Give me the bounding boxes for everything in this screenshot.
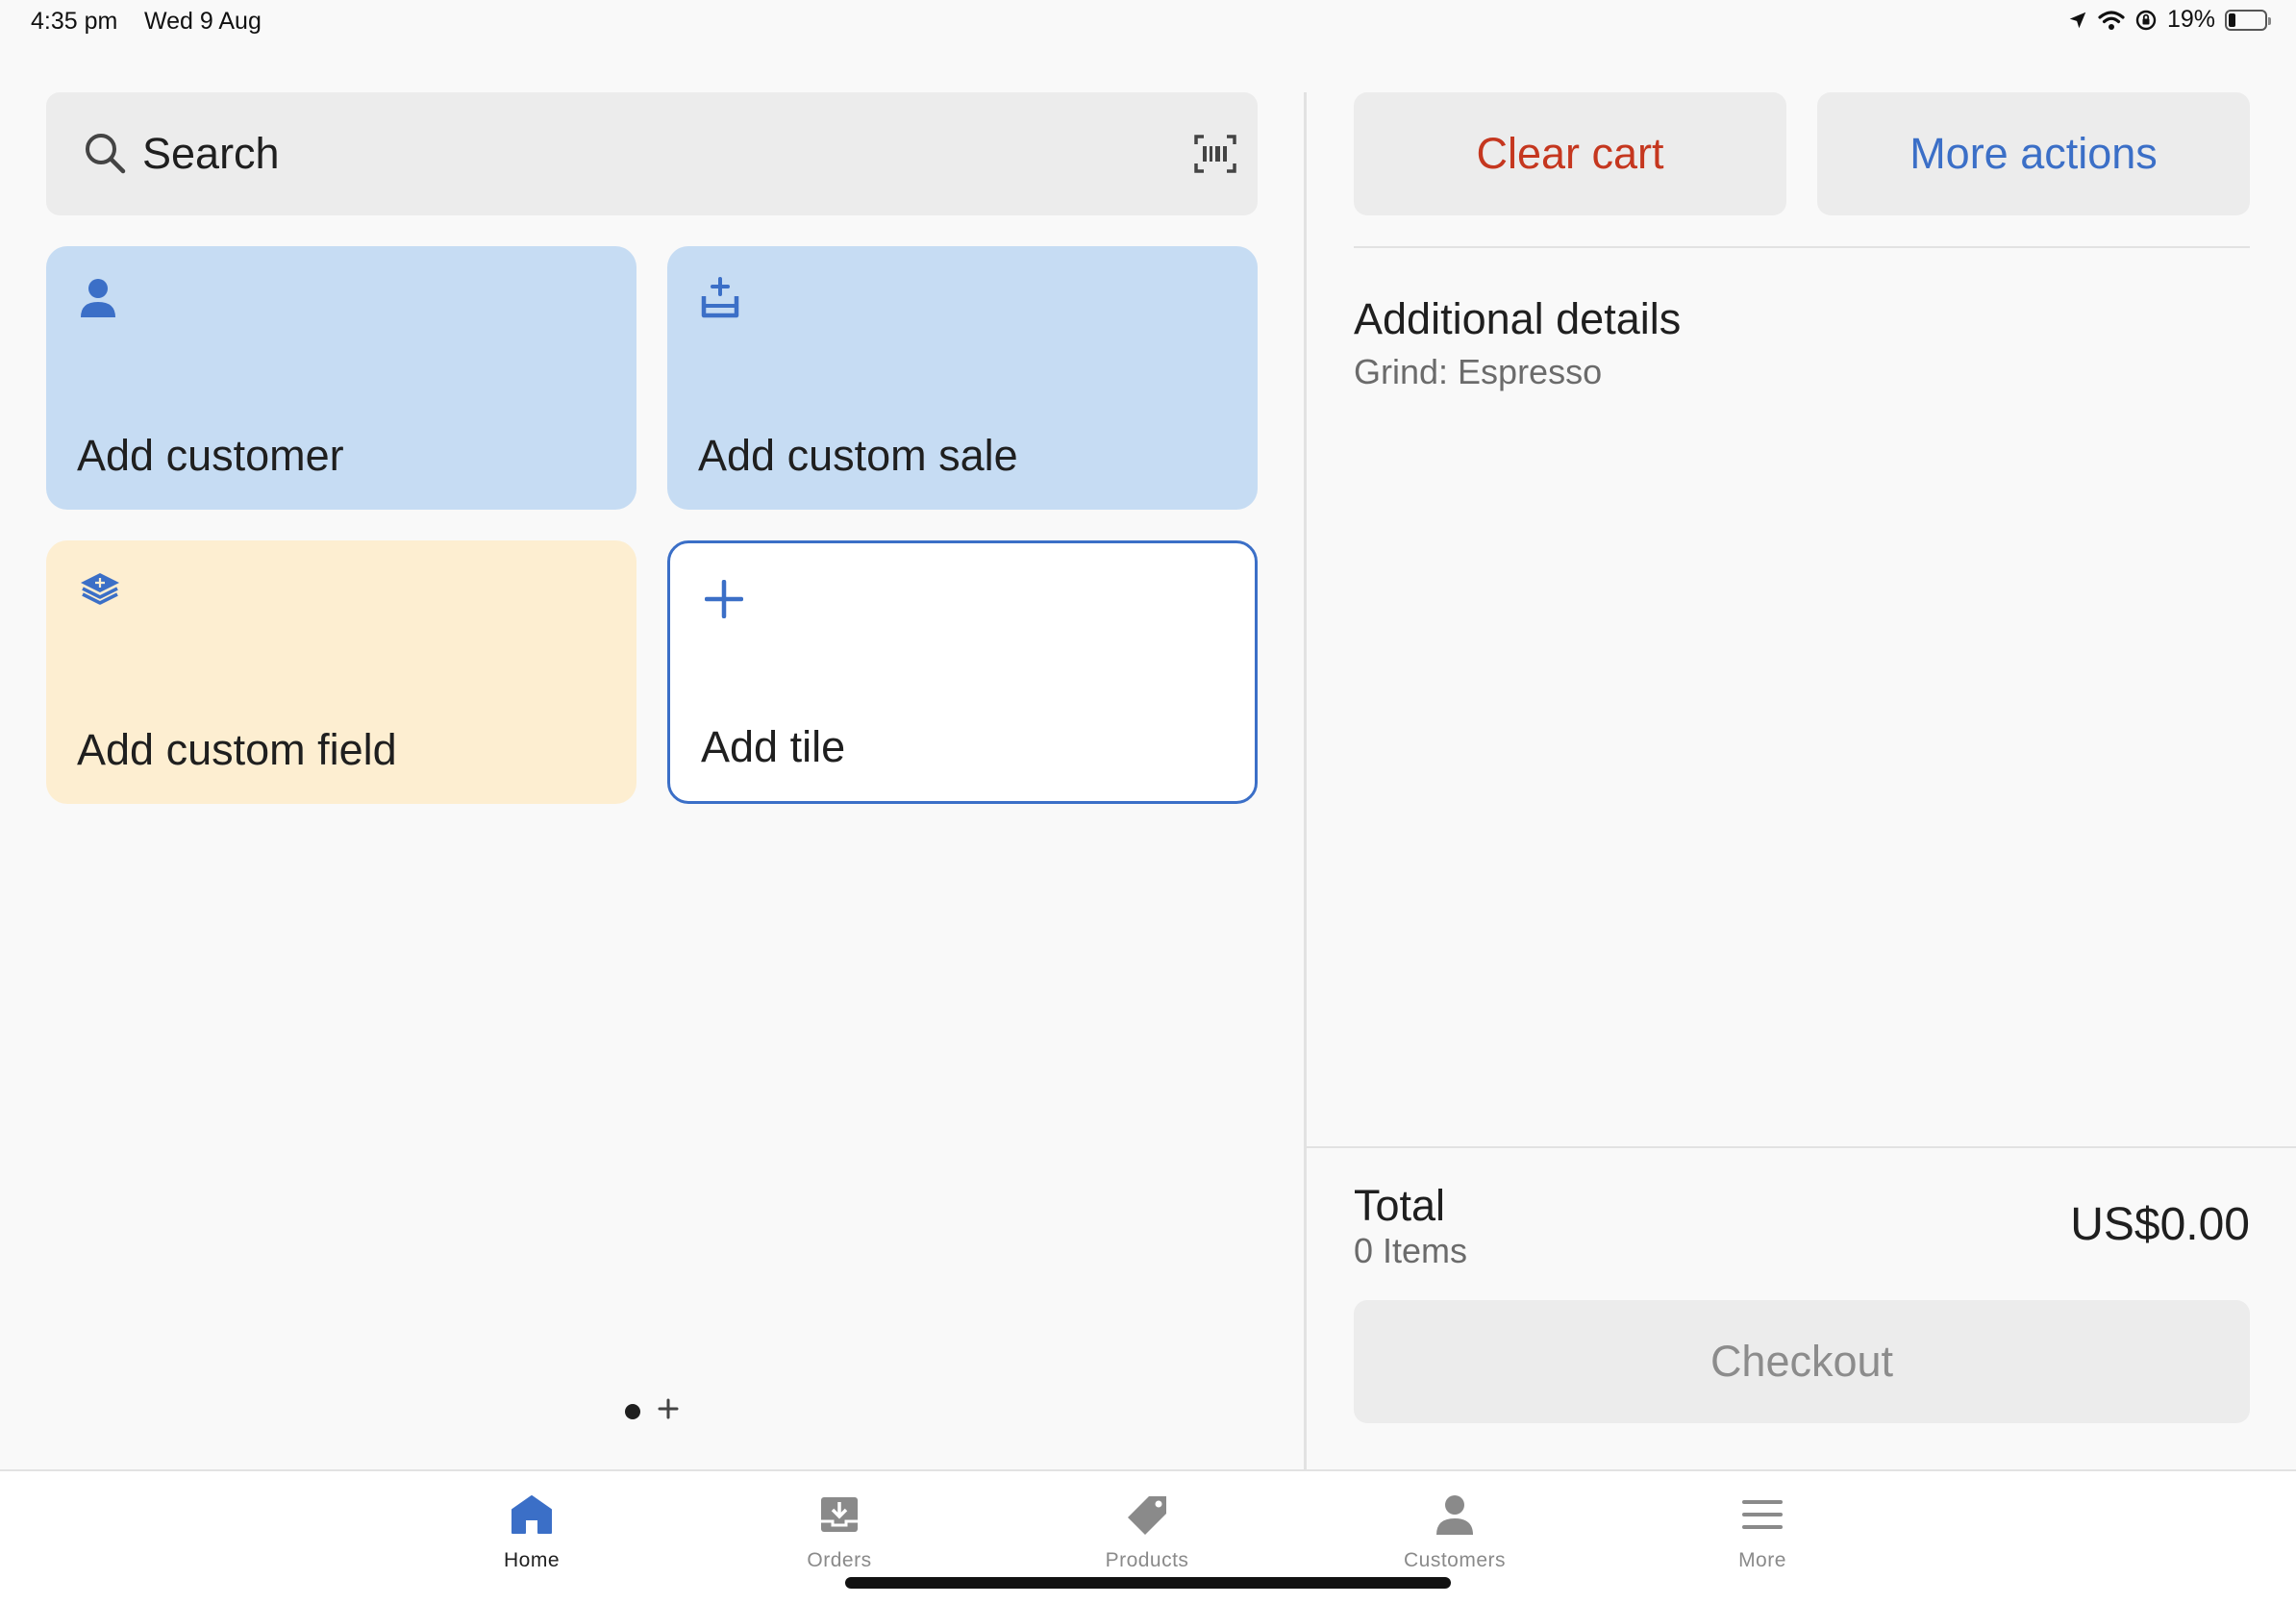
barcode-scan-icon[interactable] (1194, 135, 1236, 178)
battery-icon (2225, 9, 2271, 31)
divider (1354, 246, 2250, 248)
add-tile-label: Add tile (701, 722, 846, 771)
status-indicators: 19% (2067, 6, 2271, 34)
status-time: 4:35 pm (31, 8, 118, 35)
additional-details-title: Additional details (1354, 294, 1682, 343)
menu-icon (1666, 1494, 1859, 1540)
add-custom-sale-tile[interactable]: Add custom sale (667, 246, 1258, 510)
more-actions-button[interactable]: More actions (1817, 92, 2250, 215)
add-custom-sale-label: Add custom sale (698, 431, 1018, 480)
tab-home[interactable]: Home (436, 1485, 628, 1581)
search-input[interactable] (142, 121, 1104, 187)
add-custom-field-label: Add custom field (77, 725, 397, 774)
wifi-icon (2098, 10, 2125, 31)
layers-icon (79, 571, 121, 611)
battery-percent: 19% (2166, 6, 2215, 33)
tab-orders[interactable]: Orders (743, 1485, 936, 1581)
add-page-icon[interactable] (658, 1398, 679, 1424)
total-amount: US$0.00 (2070, 1199, 2250, 1250)
divider (1307, 1146, 2296, 1148)
tab-more-label: More (1738, 1549, 1786, 1571)
additional-details-value[interactable]: Grind: Espresso (1354, 352, 1602, 392)
total-label: Total (1354, 1181, 1446, 1230)
tab-customers[interactable]: Customers (1359, 1485, 1551, 1581)
tab-more[interactable]: More (1666, 1485, 1859, 1581)
person-icon (1359, 1494, 1551, 1540)
clear-cart-button[interactable]: Clear cart (1354, 92, 1786, 215)
panel-divider (1304, 92, 1307, 1469)
home-indicator[interactable] (845, 1577, 1451, 1589)
search-bar[interactable] (46, 92, 1258, 215)
location-icon (2067, 10, 2088, 31)
plus-icon (704, 579, 744, 623)
add-customer-label: Add customer (77, 431, 344, 480)
total-items-count: 0 Items (1354, 1231, 1468, 1270)
tab-products[interactable]: Products (1051, 1485, 1243, 1581)
tab-customers-label: Customers (1403, 1549, 1507, 1571)
tag-icon (1051, 1494, 1243, 1540)
add-tile-button[interactable]: Add tile (667, 540, 1258, 804)
orders-inbox-icon (743, 1494, 936, 1540)
checkout-button[interactable]: Checkout (1354, 1300, 2250, 1423)
status-bar: 4:35 pm Wed 9 Aug 19% (0, 0, 2296, 46)
search-icon (83, 131, 127, 180)
page-indicator (625, 1398, 679, 1424)
add-customer-tile[interactable]: Add customer (46, 246, 636, 510)
home-icon (436, 1494, 628, 1540)
person-icon (79, 277, 117, 324)
add-custom-field-tile[interactable]: Add custom field (46, 540, 636, 804)
orientation-lock-icon (2134, 9, 2158, 32)
page-dot-active[interactable] (625, 1403, 640, 1419)
tab-orders-label: Orders (807, 1549, 872, 1571)
tab-home-label: Home (503, 1549, 561, 1571)
status-date: Wed 9 Aug (144, 8, 262, 35)
basket-plus-icon (700, 277, 740, 324)
tab-products-label: Products (1105, 1549, 1189, 1571)
